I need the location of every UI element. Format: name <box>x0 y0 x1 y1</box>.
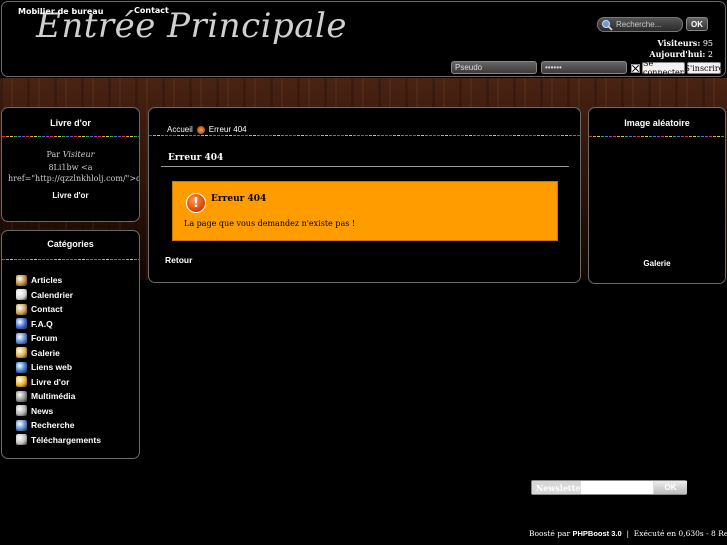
error-box: ! Erreur 404 La page que vous demandez n… <box>172 181 558 241</box>
back-link[interactable]: Retour <box>165 255 192 265</box>
search-placeholder: Recherche... <box>616 20 662 29</box>
menu-item-mobilier[interactable]: Mobilier de bureau <box>18 7 103 16</box>
guestbook-panel: Livre d'or Par Visiteur 8Li1bw <a href="… <box>1 107 140 222</box>
menu-item-contact[interactable]: Contact <box>134 6 169 15</box>
categories-title: Catégories <box>47 239 94 249</box>
category-label: F.A.Q <box>31 318 53 329</box>
contact-icon <box>16 303 27 315</box>
categories-list: Articles Calendrier Contact F.A.Q Forum Galer… <box>16 273 101 447</box>
newsletter-input[interactable] <box>581 481 653 494</box>
articles-icon <box>16 274 27 286</box>
news-icon <box>16 405 27 417</box>
category-label: Liens web <box>31 362 73 373</box>
forum-icon <box>16 332 27 344</box>
visitors-value: 95 <box>702 39 713 48</box>
guestbook-message-line2: href="http://qzzlnkhlolj.com/">qzzlnkhlo… <box>8 174 139 183</box>
breadcrumb-current: Erreur 404 <box>208 125 247 134</box>
category-item[interactable]: Livre d'or <box>16 375 101 390</box>
category-item[interactable]: Calendrier <box>16 288 101 303</box>
category-item[interactable]: Liens web <box>16 360 101 375</box>
category-label: Recherche <box>31 420 75 431</box>
category-item[interactable]: Contact <box>16 302 101 317</box>
category-label: Articles <box>31 275 63 286</box>
gallery-link[interactable]: Galerie <box>589 259 725 268</box>
today-label: Aujourd'hui: <box>649 49 706 59</box>
engine-link[interactable]: PHPBoost 3.0 <box>572 529 621 538</box>
category-label: Calendrier <box>31 289 74 300</box>
search-icon <box>16 419 27 431</box>
breadcrumb-separator-icon <box>196 125 205 134</box>
guestbook-title: Livre d'or <box>50 118 91 128</box>
warning-icon: ! <box>186 193 206 213</box>
film-icon <box>16 390 27 402</box>
category-item[interactable]: Forum <box>16 331 101 346</box>
category-label: Multimédia <box>31 391 76 402</box>
separator <box>2 136 139 137</box>
separator <box>2 259 139 260</box>
page-title: Erreur 404 <box>161 153 569 167</box>
newsletter-label: Newsletter <box>532 481 585 494</box>
category-label: Téléchargements <box>31 434 101 445</box>
separator <box>589 136 725 137</box>
sun-icon <box>16 376 27 388</box>
random-image-title: Image aléatoire <box>624 118 690 128</box>
newsletter-form: Newsletter OK <box>531 480 687 495</box>
footer-credits: Boosté par PHPBoost 3.0 | Exécuté en 0,6… <box>529 529 727 538</box>
category-item[interactable]: Téléchargements <box>16 433 101 448</box>
search-icon <box>602 19 613 31</box>
boosted-by: Boosté par <box>529 529 571 538</box>
guestbook-author-line: Par Visiteur <box>2 150 139 159</box>
register-button[interactable]: S'inscrire <box>685 62 723 74</box>
visitors-counter: Visiteurs: 95 <box>657 38 713 48</box>
category-item[interactable]: Galerie <box>16 346 101 361</box>
by-label: Par <box>46 150 61 159</box>
categories-panel: Catégories Articles Calendrier Contact F.A.… <box>1 230 140 459</box>
guestbook-link[interactable]: Livre d'or <box>2 191 139 200</box>
category-label: Galerie <box>31 347 60 358</box>
category-item[interactable]: F.A.Q <box>16 317 101 332</box>
visitors-label: Visiteurs: <box>657 38 701 48</box>
error-message: La page que vous demandez n'existe pas ! <box>184 219 356 228</box>
today-counter: Aujourd'hui: 2 <box>649 49 713 59</box>
autoconnect-checkbox[interactable] <box>631 64 640 73</box>
search-ok-button[interactable]: OK <box>686 17 708 31</box>
category-item[interactable]: Multimédia <box>16 389 101 404</box>
guestbook-message-line1: 8Li1bw <a <box>48 163 93 172</box>
category-label: Contact <box>31 304 63 315</box>
random-image-panel: Image aléatoire Galerie <box>588 107 726 284</box>
brush-icon <box>16 347 27 359</box>
today-value: 2 <box>707 50 713 59</box>
category-item[interactable]: Recherche <box>16 418 101 433</box>
globe-icon <box>16 361 27 373</box>
category-label: News <box>31 405 54 416</box>
footer-separator: | <box>626 529 629 538</box>
help-icon <box>16 318 27 330</box>
newsletter-ok-button[interactable]: OK <box>654 481 687 494</box>
exec-info: Exécuté en 0,630s - 8 Requêtes <box>633 529 727 538</box>
separator <box>149 135 580 136</box>
category-item[interactable]: Articles <box>16 273 101 288</box>
category-label: Forum <box>31 333 58 344</box>
breadcrumb-home[interactable]: Accueil <box>167 125 193 134</box>
download-icon <box>16 434 27 446</box>
error-title: Erreur 404 <box>211 194 267 204</box>
category-label: Livre d'or <box>31 376 70 387</box>
category-item[interactable]: News <box>16 404 101 419</box>
login-field[interactable]: Pseudo <box>451 61 537 74</box>
password-field[interactable]: •••••• <box>541 61 627 74</box>
header: Entrée Principale Mobilier de bureau Con… <box>1 1 726 77</box>
connect-button[interactable]: Se connecter <box>642 59 685 77</box>
breadcrumb: Accueil Erreur 404 <box>167 125 247 134</box>
author-name: Visiteur <box>62 150 95 159</box>
search-input[interactable]: Recherche... <box>597 17 683 32</box>
calendar-icon <box>16 289 27 301</box>
main-content: Accueil Erreur 404 Erreur 404 ! Erreur 4… <box>148 107 581 283</box>
